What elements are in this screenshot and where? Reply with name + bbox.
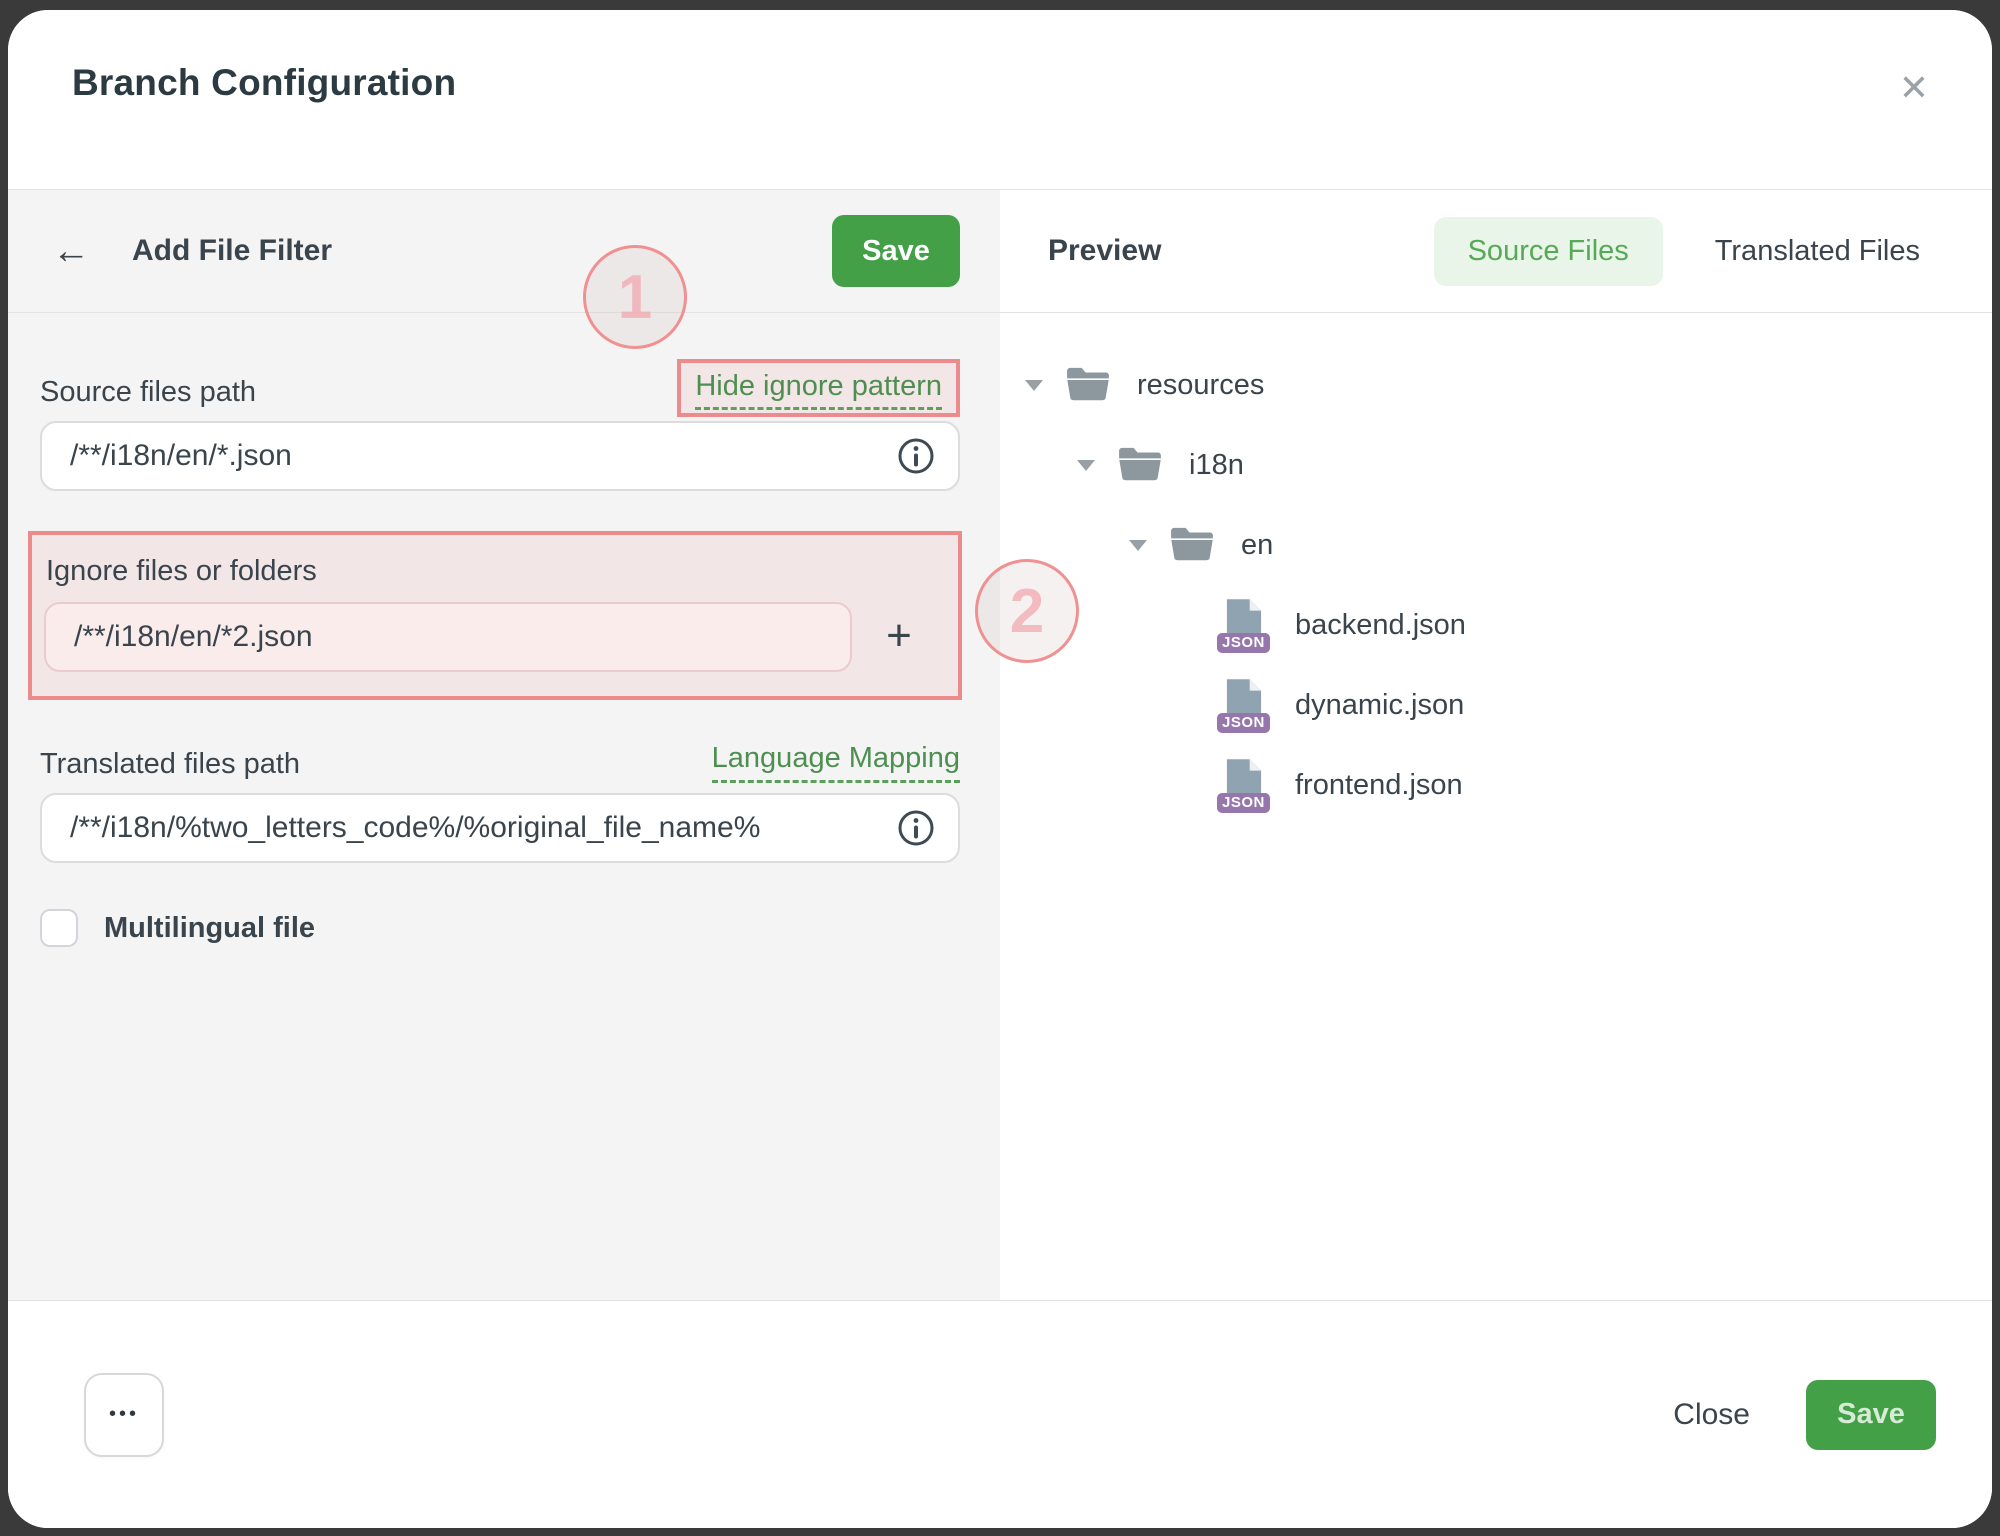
tree-item-label: frontend.json bbox=[1295, 769, 1463, 802]
json-badge: JSON bbox=[1217, 793, 1270, 814]
save-filter-button[interactable]: Save bbox=[832, 215, 960, 287]
info-icon[interactable] bbox=[896, 808, 936, 848]
tab-source-files[interactable]: Source Files bbox=[1434, 217, 1663, 286]
preview-title: Preview bbox=[1048, 234, 1161, 268]
tree-row[interactable]: JSON dynamic.json bbox=[1000, 665, 1992, 745]
modal-title: Branch Configuration bbox=[72, 62, 1936, 104]
json-file-icon: JSON bbox=[1221, 759, 1267, 811]
source-path-label: Source files path bbox=[40, 376, 256, 419]
chevron-down-icon[interactable] bbox=[1077, 460, 1117, 471]
modal-content: ← Add File Filter Save Source files path… bbox=[8, 190, 1992, 1300]
tree-row[interactable]: resources bbox=[1000, 345, 1992, 425]
ignore-section-highlight: Ignore files or folders + bbox=[28, 531, 962, 700]
add-ignore-pattern-button[interactable]: + bbox=[852, 614, 946, 658]
filter-panel-title: Add File Filter bbox=[132, 234, 332, 268]
multilingual-checkbox[interactable] bbox=[40, 909, 78, 947]
json-badge: JSON bbox=[1217, 633, 1270, 654]
close-button[interactable]: Close bbox=[1673, 1398, 1750, 1432]
tree-item-label: resources bbox=[1137, 369, 1264, 402]
close-icon[interactable]: ✕ bbox=[1888, 62, 1940, 114]
json-badge: JSON bbox=[1217, 713, 1270, 734]
hide-ignore-highlight: Hide ignore pattern bbox=[677, 359, 960, 417]
file-tree: resources i18n en bbox=[1000, 313, 1992, 825]
hide-ignore-pattern-link[interactable]: Hide ignore pattern bbox=[695, 370, 942, 410]
tree-item-label: backend.json bbox=[1295, 609, 1466, 642]
tree-row[interactable]: en bbox=[1000, 505, 1992, 585]
file-filter-panel: ← Add File Filter Save Source files path… bbox=[8, 190, 1000, 1300]
source-path-input[interactable] bbox=[40, 421, 960, 491]
translated-path-label: Translated files path bbox=[40, 748, 300, 791]
branch-configuration-modal: Branch Configuration ✕ ← Add File Filter… bbox=[8, 10, 1992, 1528]
ellipsis-icon: ••• bbox=[109, 1403, 139, 1426]
info-icon[interactable] bbox=[896, 436, 936, 476]
modal-footer: ••• Close Save bbox=[8, 1300, 1992, 1528]
preview-header: Preview Source Files Translated Files bbox=[1000, 190, 1992, 313]
language-mapping-link[interactable]: Language Mapping bbox=[712, 742, 960, 783]
source-path-row: Source files path Hide ignore pattern bbox=[40, 359, 960, 419]
json-file-icon: JSON bbox=[1221, 599, 1267, 651]
tree-item-label: dynamic.json bbox=[1295, 689, 1464, 722]
ignore-pattern-input[interactable] bbox=[44, 602, 852, 672]
ignore-row: + bbox=[44, 600, 946, 672]
multilingual-row: Multilingual file bbox=[40, 909, 960, 947]
footer-actions: Close Save bbox=[1673, 1380, 1936, 1450]
translated-path-field bbox=[40, 793, 960, 863]
chevron-down-icon[interactable] bbox=[1129, 540, 1169, 551]
tree-row[interactable]: JSON frontend.json bbox=[1000, 745, 1992, 825]
chevron-down-icon[interactable] bbox=[1025, 380, 1065, 391]
save-button[interactable]: Save bbox=[1806, 1380, 1936, 1450]
more-options-button[interactable]: ••• bbox=[84, 1373, 164, 1457]
folder-icon bbox=[1117, 446, 1163, 484]
folder-icon bbox=[1065, 366, 1111, 404]
tree-row[interactable]: JSON backend.json bbox=[1000, 585, 1992, 665]
back-arrow-icon[interactable]: ← bbox=[52, 232, 90, 270]
source-path-field bbox=[40, 421, 960, 491]
ignore-label: Ignore files or folders bbox=[44, 551, 946, 600]
preview-tabs: Source Files Translated Files bbox=[1434, 217, 1920, 286]
multilingual-label: Multilingual file bbox=[104, 912, 315, 945]
filter-form: Source files path Hide ignore pattern bbox=[8, 313, 1000, 1300]
json-file-icon: JSON bbox=[1221, 679, 1267, 731]
tab-translated-files[interactable]: Translated Files bbox=[1715, 235, 1920, 268]
ignore-field bbox=[44, 602, 852, 672]
filter-panel-header: ← Add File Filter Save bbox=[8, 190, 1000, 313]
translated-path-input[interactable] bbox=[40, 793, 960, 863]
tree-item-label: en bbox=[1241, 529, 1273, 562]
folder-icon bbox=[1169, 526, 1215, 564]
preview-panel: Preview Source Files Translated Files re… bbox=[1000, 190, 1992, 1300]
tree-row[interactable]: i18n bbox=[1000, 425, 1992, 505]
modal-header: Branch Configuration ✕ bbox=[8, 10, 1992, 190]
tree-item-label: i18n bbox=[1189, 449, 1244, 482]
translated-path-row: Translated files path Language Mapping bbox=[40, 742, 960, 791]
